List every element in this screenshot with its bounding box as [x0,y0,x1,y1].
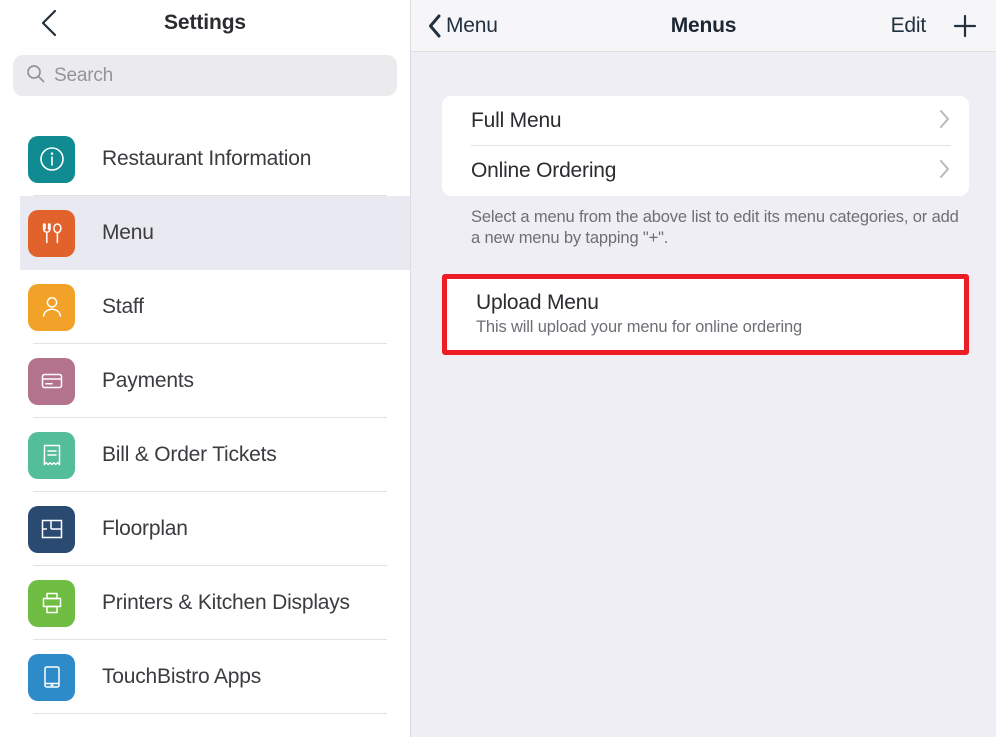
menu-row-label: Full Menu [471,109,562,132]
sidebar-item-floorplan[interactable]: Floorplan [0,492,410,566]
upload-menu-highlight: Upload Menu This will upload your menu f… [442,274,969,355]
sidebar-item-menu[interactable]: Menu [20,196,410,270]
edit-button[interactable]: Edit [891,14,927,38]
menu-row-label: Online Ordering [471,159,617,182]
sidebar-item-staff[interactable]: Staff [0,270,410,344]
settings-sidebar: Settings Search Restaurant Information M… [0,0,410,737]
detail-header-actions: Edit [891,0,978,52]
sidebar-item-label: Bill & Order Tickets [102,443,277,466]
detail-header: Menu Menus Edit [411,0,996,52]
sidebar-item-touchbistro-apps[interactable]: TouchBistro Apps [0,640,410,714]
sidebar-item-list: Restaurant Information Menu Staff Paymen… [0,122,410,714]
plus-icon[interactable] [952,13,978,39]
sidebar-item-label: Menu [102,221,154,244]
upload-menu-subtitle: This will upload your menu for online or… [476,318,803,336]
menu-row-full-menu[interactable]: Full Menu [442,96,969,146]
search-icon [26,64,45,88]
sidebar-item-label: Restaurant Information [102,147,312,170]
printer-icon [28,579,75,627]
sidebar-item-printers-kitchen-displays[interactable]: Printers & Kitchen Displays [0,566,410,640]
menu-list-card: Full Menu Online Ordering [442,96,969,196]
sidebar-item-restaurant-information[interactable]: Restaurant Information [0,122,410,196]
sidebar-item-payments[interactable]: Payments [0,344,410,418]
settings-screen: Settings Search Restaurant Information M… [0,0,996,737]
upload-menu-title: Upload Menu [476,291,599,314]
sidebar-header: Settings [0,0,410,46]
sidebar-item-bill-order-tickets[interactable]: Bill & Order Tickets [0,418,410,492]
upload-menu-button[interactable]: Upload Menu This will upload your menu f… [447,279,964,350]
credit-card-icon [28,357,75,405]
detail-title: Menus [670,13,737,37]
floorplan-icon [28,505,75,553]
sidebar-item-label: Payments [102,369,194,392]
search-placeholder: Search [54,64,114,86]
info-circle-icon [28,135,75,183]
search-input[interactable]: Search [13,55,397,96]
chevron-left-icon [428,14,446,38]
person-icon [28,283,75,331]
back-to-menu-button[interactable]: Menu [428,0,498,52]
tablet-icon [28,653,75,701]
sidebar-item-label: Printers & Kitchen Displays [102,591,350,614]
back-label: Menu [446,14,498,37]
search-container: Search [0,46,410,96]
sidebar-item-label: TouchBistro Apps [102,665,262,688]
menus-detail-panel: Menu Menus Edit Full Menu Online Orderin… [410,0,996,737]
divider [33,713,387,714]
menu-list-helper-text: Select a menu from the above list to edi… [471,208,959,247]
fork-spoon-icon [28,209,75,257]
receipt-icon [28,431,75,479]
menu-row-online-ordering[interactable]: Online Ordering [442,146,969,196]
chevron-right-icon [938,108,951,135]
sidebar-item-label: Staff [102,295,144,318]
page-title: Settings [163,11,247,34]
chevron-right-icon [938,158,951,185]
sidebar-item-label: Floorplan [102,517,188,540]
chevron-left-icon[interactable] [34,7,64,39]
detail-body: Full Menu Online Ordering Select a menu … [411,52,996,355]
